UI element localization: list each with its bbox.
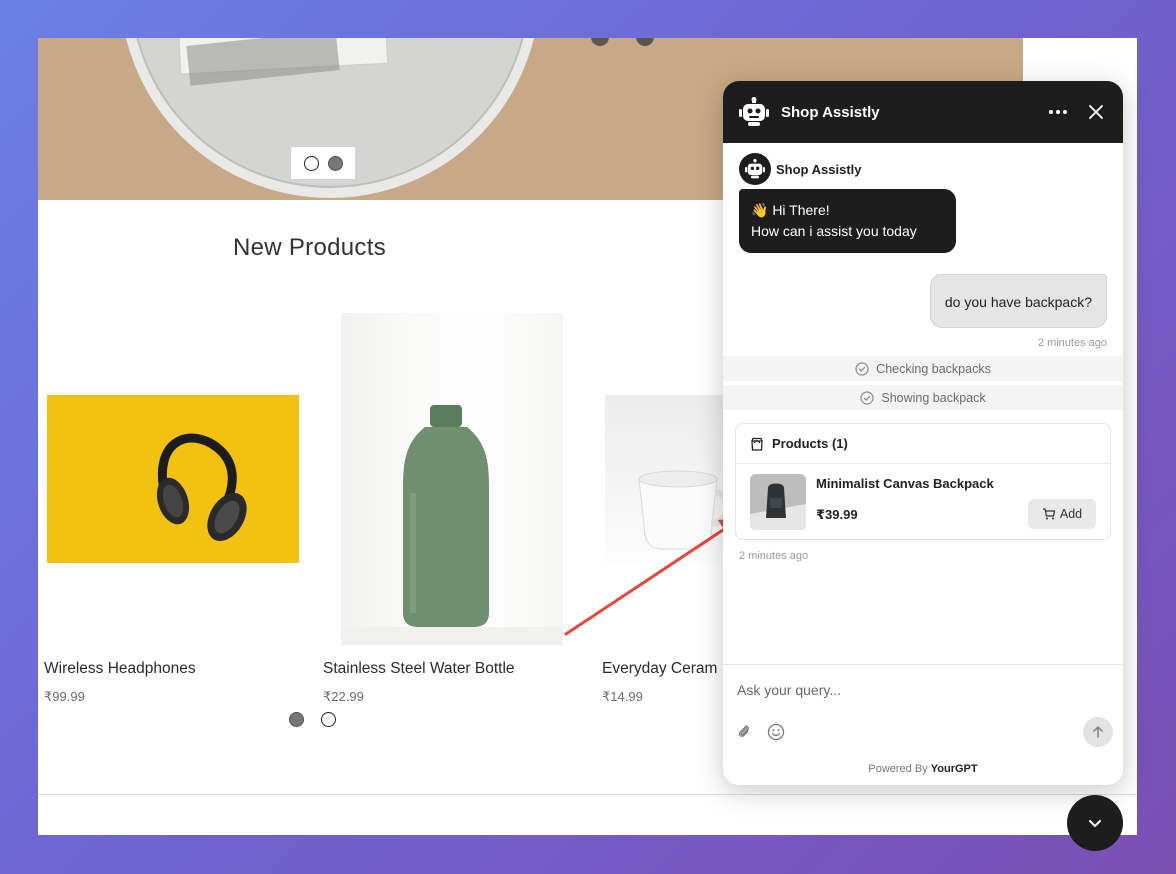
- status-text: Showing backpack: [881, 390, 986, 405]
- product-image-headphones[interactable]: [47, 395, 299, 563]
- more-icon[interactable]: [1047, 101, 1069, 123]
- bot-sender: Shop Assistly: [739, 153, 861, 185]
- product-price: ₹22.99: [323, 689, 364, 704]
- bot-message: 👋 Hi There! How can i assist you today: [739, 189, 956, 253]
- status-text: Checking backpacks: [876, 361, 991, 376]
- paperclip-icon[interactable]: [733, 721, 755, 743]
- bot-message-line: How can i assist you today: [751, 223, 917, 239]
- product-image-bottle[interactable]: [341, 313, 563, 645]
- chevron-down-icon: [1089, 820, 1101, 827]
- send-button[interactable]: [1083, 717, 1113, 747]
- chat-toggle-button[interactable]: [1067, 795, 1123, 851]
- chat-widget: Shop Assistly Shop Assistly 👋 Hi There! …: [723, 81, 1123, 785]
- user-message: do you have backpack?: [929, 274, 1107, 328]
- product-price: ₹14.99: [602, 689, 643, 704]
- check-circle-icon: [860, 390, 874, 405]
- message-timestamp: 2 minutes ago: [1037, 337, 1107, 349]
- product-title[interactable]: Minimalist Canvas Backpack: [816, 476, 994, 491]
- hero-carousel-dots: [291, 147, 355, 179]
- product-dot-1[interactable]: [289, 712, 304, 727]
- product-name[interactable]: Everyday Ceram: [602, 660, 717, 678]
- hero-image-pin: [591, 38, 609, 46]
- query-input[interactable]: [737, 677, 1107, 703]
- status-row: Showing backpack: [723, 385, 1123, 410]
- product-price: ₹99.99: [44, 689, 85, 704]
- arrow-up-icon: [1093, 726, 1103, 738]
- chat-title: Shop Assistly: [781, 103, 880, 121]
- product-item[interactable]: Minimalist Canvas Backpack ₹39.99 Add: [736, 464, 1110, 539]
- close-icon[interactable]: [1085, 101, 1107, 123]
- product-name[interactable]: Stainless Steel Water Bottle: [323, 660, 515, 678]
- check-circle-icon: [855, 361, 869, 376]
- bag-icon: [751, 437, 763, 451]
- robot-icon: [745, 159, 765, 179]
- avatar: [739, 153, 771, 185]
- chat-composer: Powered By YourGPT: [723, 664, 1123, 785]
- hero-dot-2[interactable]: [327, 155, 343, 171]
- add-to-cart-button[interactable]: Add: [1028, 499, 1096, 529]
- emoji-icon[interactable]: [765, 721, 787, 743]
- status-row: Checking backpacks: [723, 356, 1123, 381]
- powered-by-brand[interactable]: YourGPT: [931, 763, 978, 775]
- product-carousel-dots: [289, 712, 336, 727]
- add-button-label: Add: [1059, 507, 1083, 521]
- products-card: Products (1) Minimalist Canvas Backpack …: [735, 423, 1111, 540]
- chat-header: Shop Assistly: [723, 81, 1123, 143]
- powered-by-prefix: Powered By: [868, 763, 928, 775]
- divider: [38, 794, 1137, 795]
- hero-dot-1[interactable]: [303, 155, 319, 171]
- sender-name: Shop Assistly: [776, 161, 862, 177]
- section-title: New Products: [233, 234, 386, 261]
- hero-image-pin: [636, 38, 654, 46]
- cart-icon: [1042, 508, 1056, 520]
- product-dot-2[interactable]: [321, 712, 336, 727]
- product-price: ₹39.99: [816, 507, 858, 522]
- message-timestamp: 2 minutes ago: [739, 550, 809, 562]
- product-name[interactable]: Wireless Headphones: [44, 660, 196, 678]
- product-thumbnail[interactable]: [750, 474, 806, 530]
- bot-message-line: 👋 Hi There!: [751, 202, 830, 218]
- products-card-header: Products (1): [736, 424, 1110, 464]
- powered-by: Powered By YourGPT: [723, 763, 1123, 775]
- robot-icon: [739, 97, 769, 127]
- products-card-title: Products (1): [772, 436, 848, 451]
